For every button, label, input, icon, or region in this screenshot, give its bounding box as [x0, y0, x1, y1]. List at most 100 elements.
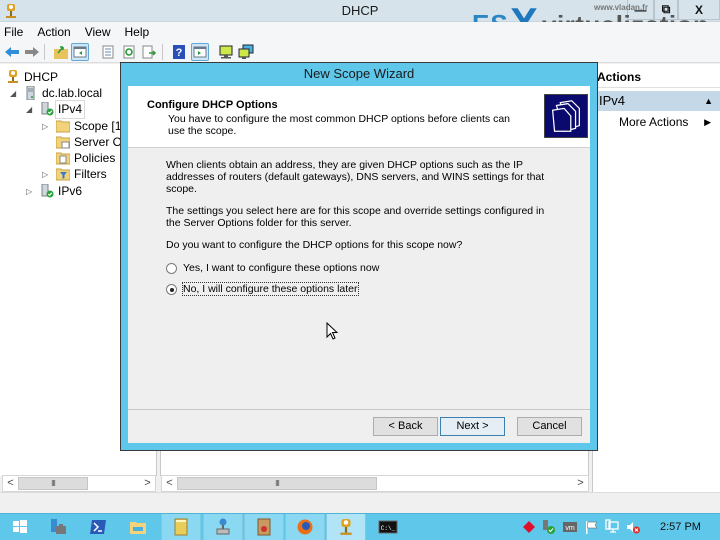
- network-tray-icon[interactable]: [604, 519, 620, 535]
- toolbar-separator: [44, 44, 45, 60]
- forward-arrow-icon[interactable]: [24, 44, 40, 60]
- results-horizontal-scrollbar[interactable]: < III >: [161, 475, 589, 492]
- menu-action[interactable]: Action: [37, 25, 70, 39]
- actions-group-ipv4[interactable]: IPv4 ▲: [593, 91, 720, 111]
- show-hide-action-pane-icon[interactable]: [191, 43, 209, 61]
- cancel-button[interactable]: Cancel: [517, 417, 582, 436]
- mouse-cursor-icon: [326, 322, 339, 340]
- taskbar-network[interactable]: [203, 514, 243, 540]
- export-list-icon[interactable]: [141, 44, 157, 60]
- radio-option-no[interactable]: No, I will configure these options later: [166, 282, 359, 296]
- start-button[interactable]: [0, 514, 40, 540]
- taskbar-notepad[interactable]: [161, 514, 201, 540]
- refresh-icon[interactable]: [121, 44, 137, 60]
- wizard-body: Configure DHCP Options You have to confi…: [128, 86, 590, 443]
- scroll-left-button[interactable]: <: [3, 476, 18, 491]
- taskbar-command-prompt[interactable]: C:\_: [368, 514, 408, 540]
- file-explorer-icon: [130, 522, 146, 534]
- submenu-arrow-icon: ▶: [704, 117, 711, 127]
- taskbar-clock[interactable]: 2:57 PM: [660, 521, 701, 533]
- notepad-icon: [174, 518, 188, 536]
- tree-label: DHCP: [24, 70, 59, 84]
- radio-label-no[interactable]: No, I will configure these options later: [182, 282, 359, 296]
- server-display-icon[interactable]: [218, 44, 234, 60]
- tree-label: IPv4: [54, 100, 86, 119]
- radio-button-no[interactable]: [166, 283, 177, 295]
- window-titlebar[interactable]: DHCP — ⧉ X: [0, 0, 720, 22]
- scroll-left-button[interactable]: <: [162, 476, 177, 491]
- up-folder-icon[interactable]: [53, 44, 69, 60]
- taskbar-server-manager[interactable]: [38, 514, 78, 540]
- wizard-title[interactable]: New Scope Wizard: [121, 66, 597, 81]
- server-statistics-icon[interactable]: [238, 44, 254, 60]
- tree-label: Policies: [74, 151, 116, 165]
- radio-label-yes[interactable]: Yes, I want to configure these options n…: [183, 262, 379, 274]
- wizard-question: Do you want to configure the DHCP option…: [166, 239, 463, 251]
- network-icon: [216, 518, 230, 535]
- scrollbar-thumb[interactable]: III: [177, 477, 377, 490]
- actions-pane: Actions IPv4 ▲ More Actions ▶: [592, 64, 720, 492]
- scroll-right-button[interactable]: >: [140, 476, 155, 491]
- taskbar-firefox[interactable]: [285, 514, 325, 540]
- radio-option-yes[interactable]: Yes, I want to configure these options n…: [166, 262, 379, 274]
- wizard-paragraph: The settings you select here are for thi…: [166, 205, 545, 229]
- toolbar-separator: [162, 44, 163, 60]
- expand-collapse-icon[interactable]: ◢: [26, 101, 32, 118]
- more-actions-label: More Actions: [619, 115, 689, 129]
- more-actions-item[interactable]: More Actions ▶: [593, 113, 720, 131]
- actions-header: Actions: [593, 70, 720, 88]
- collapse-caret-icon[interactable]: ▲: [704, 91, 713, 111]
- expand-collapse-icon[interactable]: ◢: [10, 85, 16, 102]
- radio-button-yes[interactable]: [166, 262, 177, 274]
- tree-label: IPv6: [58, 184, 83, 198]
- show-hide-console-tree-icon[interactable]: [71, 43, 89, 61]
- tree-label: Filters: [74, 167, 107, 181]
- volume-muted-icon[interactable]: [625, 519, 641, 535]
- firefox-icon: [297, 519, 313, 535]
- svg-text:C:\_: C:\_: [381, 525, 396, 532]
- usb-safe-remove-icon[interactable]: [540, 519, 556, 535]
- toolbar: ?: [0, 41, 720, 63]
- wizard-page-title: Configure DHCP Options: [147, 99, 278, 111]
- wizard-paragraph: When clients obtain an address, they are…: [166, 159, 545, 195]
- folder-icon: [56, 120, 70, 133]
- address-book-icon: [257, 518, 271, 536]
- window-title: DHCP: [341, 3, 379, 18]
- next-button[interactable]: Next >: [440, 417, 505, 436]
- back-button[interactable]: < Back: [373, 417, 438, 436]
- help-icon[interactable]: ?: [171, 44, 187, 60]
- taskbar-powershell[interactable]: [78, 514, 118, 540]
- tree-label: dc.lab.local: [42, 86, 103, 100]
- menu-file[interactable]: File: [4, 25, 23, 39]
- tree-horizontal-scrollbar[interactable]: < III >: [2, 475, 156, 492]
- start-icon: [13, 520, 27, 533]
- svg-text:vm: vm: [565, 525, 575, 532]
- menu-view[interactable]: View: [85, 25, 111, 39]
- menu-help[interactable]: Help: [125, 25, 150, 39]
- scrollbar-thumb[interactable]: III: [18, 477, 88, 490]
- server-icon: [26, 86, 35, 100]
- close-button[interactable]: X: [678, 0, 720, 20]
- taskbar-address-book[interactable]: [244, 514, 284, 540]
- menu-bar: File Action View Help: [0, 22, 720, 41]
- taskbar-file-explorer[interactable]: [118, 514, 158, 540]
- expand-collapse-icon[interactable]: ▷: [42, 166, 48, 183]
- minimize-button[interactable]: —: [627, 0, 654, 20]
- vmware-tools-icon[interactable]: vm: [562, 519, 578, 535]
- expand-collapse-icon[interactable]: ▷: [26, 183, 32, 200]
- back-arrow-icon[interactable]: [4, 44, 20, 60]
- expand-collapse-icon[interactable]: ▷: [42, 118, 48, 135]
- scroll-right-button[interactable]: >: [573, 476, 588, 491]
- command-prompt-icon: C:\_: [378, 520, 398, 534]
- red-diamond-icon[interactable]: [521, 519, 537, 535]
- filter-icon: [56, 168, 70, 181]
- ipv6-icon: [41, 184, 54, 198]
- properties-icon[interactable]: [100, 44, 116, 60]
- folders-icon: [544, 94, 588, 138]
- taskbar: C:\_ vm 2:57 PM: [0, 513, 720, 540]
- status-bar: [0, 492, 720, 508]
- restore-button[interactable]: ⧉: [654, 0, 678, 20]
- action-center-flag-icon[interactable]: [584, 519, 600, 535]
- taskbar-dhcp[interactable]: [326, 514, 366, 540]
- powershell-icon: [90, 520, 106, 534]
